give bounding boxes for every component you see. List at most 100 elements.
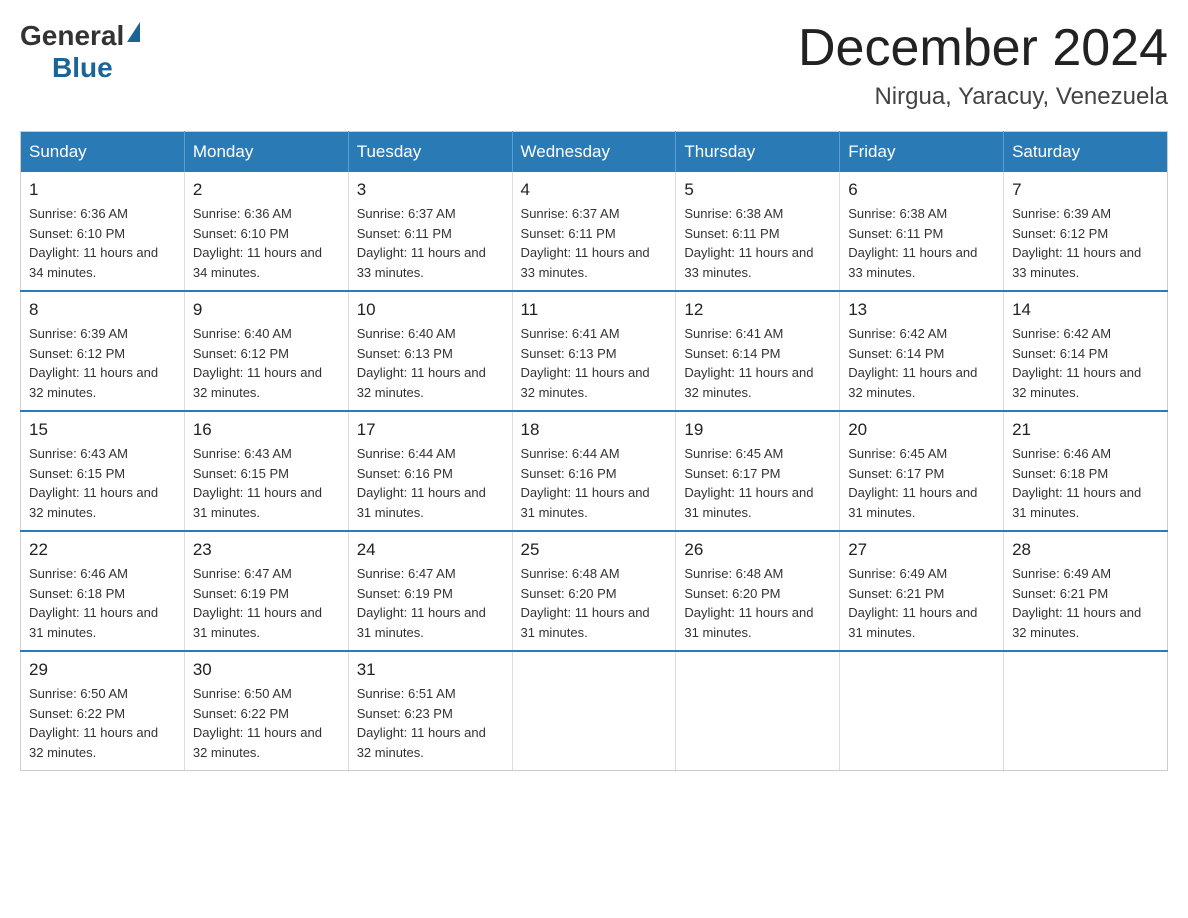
calendar-cell: 11 Sunrise: 6:41 AMSunset: 6:13 PMDaylig… (512, 291, 676, 411)
calendar-cell: 25 Sunrise: 6:48 AMSunset: 6:20 PMDaylig… (512, 531, 676, 651)
calendar-cell: 26 Sunrise: 6:48 AMSunset: 6:20 PMDaylig… (676, 531, 840, 651)
calendar-week-row: 22 Sunrise: 6:46 AMSunset: 6:18 PMDaylig… (21, 531, 1168, 651)
day-info: Sunrise: 6:44 AMSunset: 6:16 PMDaylight:… (521, 444, 668, 522)
day-number: 9 (193, 300, 340, 320)
day-number: 18 (521, 420, 668, 440)
day-info: Sunrise: 6:50 AMSunset: 6:22 PMDaylight:… (29, 684, 176, 762)
day-info: Sunrise: 6:40 AMSunset: 6:13 PMDaylight:… (357, 324, 504, 402)
day-info: Sunrise: 6:38 AMSunset: 6:11 PMDaylight:… (684, 204, 831, 282)
day-info: Sunrise: 6:40 AMSunset: 6:12 PMDaylight:… (193, 324, 340, 402)
calendar-cell: 19 Sunrise: 6:45 AMSunset: 6:17 PMDaylig… (676, 411, 840, 531)
calendar-week-row: 15 Sunrise: 6:43 AMSunset: 6:15 PMDaylig… (21, 411, 1168, 531)
day-number: 7 (1012, 180, 1159, 200)
day-info: Sunrise: 6:45 AMSunset: 6:17 PMDaylight:… (684, 444, 831, 522)
day-info: Sunrise: 6:36 AMSunset: 6:10 PMDaylight:… (193, 204, 340, 282)
logo-blue-text: Blue (52, 52, 113, 84)
column-header-sunday: Sunday (21, 132, 185, 173)
day-info: Sunrise: 6:48 AMSunset: 6:20 PMDaylight:… (521, 564, 668, 642)
calendar-cell: 5 Sunrise: 6:38 AMSunset: 6:11 PMDayligh… (676, 172, 840, 291)
day-info: Sunrise: 6:37 AMSunset: 6:11 PMDaylight:… (521, 204, 668, 282)
day-info: Sunrise: 6:45 AMSunset: 6:17 PMDaylight:… (848, 444, 995, 522)
day-number: 17 (357, 420, 504, 440)
day-info: Sunrise: 6:48 AMSunset: 6:20 PMDaylight:… (684, 564, 831, 642)
day-info: Sunrise: 6:47 AMSunset: 6:19 PMDaylight:… (357, 564, 504, 642)
calendar-cell: 16 Sunrise: 6:43 AMSunset: 6:15 PMDaylig… (184, 411, 348, 531)
calendar-cell: 28 Sunrise: 6:49 AMSunset: 6:21 PMDaylig… (1004, 531, 1168, 651)
day-info: Sunrise: 6:49 AMSunset: 6:21 PMDaylight:… (1012, 564, 1159, 642)
calendar-cell: 9 Sunrise: 6:40 AMSunset: 6:12 PMDayligh… (184, 291, 348, 411)
column-header-friday: Friday (840, 132, 1004, 173)
calendar-cell (676, 651, 840, 771)
calendar-cell: 3 Sunrise: 6:37 AMSunset: 6:11 PMDayligh… (348, 172, 512, 291)
day-info: Sunrise: 6:42 AMSunset: 6:14 PMDaylight:… (1012, 324, 1159, 402)
day-info: Sunrise: 6:37 AMSunset: 6:11 PMDaylight:… (357, 204, 504, 282)
day-number: 14 (1012, 300, 1159, 320)
day-number: 11 (521, 300, 668, 320)
day-number: 8 (29, 300, 176, 320)
day-info: Sunrise: 6:41 AMSunset: 6:13 PMDaylight:… (521, 324, 668, 402)
calendar-cell: 6 Sunrise: 6:38 AMSunset: 6:11 PMDayligh… (840, 172, 1004, 291)
day-number: 3 (357, 180, 504, 200)
calendar-week-row: 29 Sunrise: 6:50 AMSunset: 6:22 PMDaylig… (21, 651, 1168, 771)
day-info: Sunrise: 6:51 AMSunset: 6:23 PMDaylight:… (357, 684, 504, 762)
day-info: Sunrise: 6:39 AMSunset: 6:12 PMDaylight:… (1012, 204, 1159, 282)
calendar-cell: 24 Sunrise: 6:47 AMSunset: 6:19 PMDaylig… (348, 531, 512, 651)
calendar-cell: 7 Sunrise: 6:39 AMSunset: 6:12 PMDayligh… (1004, 172, 1168, 291)
day-number: 2 (193, 180, 340, 200)
day-number: 23 (193, 540, 340, 560)
calendar-header-row: SundayMondayTuesdayWednesdayThursdayFrid… (21, 132, 1168, 173)
month-title: December 2024 (798, 20, 1168, 77)
day-info: Sunrise: 6:44 AMSunset: 6:16 PMDaylight:… (357, 444, 504, 522)
calendar-cell: 17 Sunrise: 6:44 AMSunset: 6:16 PMDaylig… (348, 411, 512, 531)
day-number: 10 (357, 300, 504, 320)
column-header-wednesday: Wednesday (512, 132, 676, 173)
calendar-cell: 10 Sunrise: 6:40 AMSunset: 6:13 PMDaylig… (348, 291, 512, 411)
day-info: Sunrise: 6:46 AMSunset: 6:18 PMDaylight:… (29, 564, 176, 642)
calendar-week-row: 8 Sunrise: 6:39 AMSunset: 6:12 PMDayligh… (21, 291, 1168, 411)
day-number: 15 (29, 420, 176, 440)
day-info: Sunrise: 6:43 AMSunset: 6:15 PMDaylight:… (193, 444, 340, 522)
logo-triangle-icon (127, 22, 140, 42)
location-subtitle: Nirgua, Yaracuy, Venezuela (798, 83, 1168, 111)
day-info: Sunrise: 6:38 AMSunset: 6:11 PMDaylight:… (848, 204, 995, 282)
calendar-cell: 14 Sunrise: 6:42 AMSunset: 6:14 PMDaylig… (1004, 291, 1168, 411)
calendar-cell: 29 Sunrise: 6:50 AMSunset: 6:22 PMDaylig… (21, 651, 185, 771)
calendar-cell (1004, 651, 1168, 771)
calendar-cell: 4 Sunrise: 6:37 AMSunset: 6:11 PMDayligh… (512, 172, 676, 291)
calendar-cell: 8 Sunrise: 6:39 AMSunset: 6:12 PMDayligh… (21, 291, 185, 411)
day-number: 27 (848, 540, 995, 560)
calendar-cell: 15 Sunrise: 6:43 AMSunset: 6:15 PMDaylig… (21, 411, 185, 531)
day-number: 26 (684, 540, 831, 560)
logo-general-text: General (20, 20, 124, 52)
calendar-cell: 20 Sunrise: 6:45 AMSunset: 6:17 PMDaylig… (840, 411, 1004, 531)
day-number: 20 (848, 420, 995, 440)
day-number: 22 (29, 540, 176, 560)
calendar-cell: 31 Sunrise: 6:51 AMSunset: 6:23 PMDaylig… (348, 651, 512, 771)
day-number: 1 (29, 180, 176, 200)
column-header-tuesday: Tuesday (348, 132, 512, 173)
column-header-saturday: Saturday (1004, 132, 1168, 173)
calendar-table: SundayMondayTuesdayWednesdayThursdayFrid… (20, 131, 1168, 771)
day-info: Sunrise: 6:46 AMSunset: 6:18 PMDaylight:… (1012, 444, 1159, 522)
day-number: 12 (684, 300, 831, 320)
column-header-thursday: Thursday (676, 132, 840, 173)
calendar-cell: 12 Sunrise: 6:41 AMSunset: 6:14 PMDaylig… (676, 291, 840, 411)
day-number: 19 (684, 420, 831, 440)
calendar-cell: 13 Sunrise: 6:42 AMSunset: 6:14 PMDaylig… (840, 291, 1004, 411)
day-number: 5 (684, 180, 831, 200)
day-number: 31 (357, 660, 504, 680)
day-info: Sunrise: 6:36 AMSunset: 6:10 PMDaylight:… (29, 204, 176, 282)
logo: General Blue (20, 20, 140, 84)
day-info: Sunrise: 6:43 AMSunset: 6:15 PMDaylight:… (29, 444, 176, 522)
day-number: 13 (848, 300, 995, 320)
day-info: Sunrise: 6:41 AMSunset: 6:14 PMDaylight:… (684, 324, 831, 402)
day-info: Sunrise: 6:49 AMSunset: 6:21 PMDaylight:… (848, 564, 995, 642)
calendar-cell: 2 Sunrise: 6:36 AMSunset: 6:10 PMDayligh… (184, 172, 348, 291)
day-number: 24 (357, 540, 504, 560)
page-header: General Blue December 2024 Nirgua, Yarac… (20, 20, 1168, 111)
calendar-week-row: 1 Sunrise: 6:36 AMSunset: 6:10 PMDayligh… (21, 172, 1168, 291)
calendar-cell: 30 Sunrise: 6:50 AMSunset: 6:22 PMDaylig… (184, 651, 348, 771)
calendar-cell (840, 651, 1004, 771)
calendar-cell: 22 Sunrise: 6:46 AMSunset: 6:18 PMDaylig… (21, 531, 185, 651)
calendar-cell: 18 Sunrise: 6:44 AMSunset: 6:16 PMDaylig… (512, 411, 676, 531)
